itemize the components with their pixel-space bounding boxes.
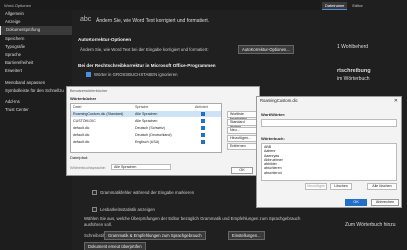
custom-wordlist-dialog: RoamingCustom.dic ✕ Wort/Wörter: Wörterb… — [256, 96, 402, 208]
table-row[interactable]: RoamingCustom.dic (Standard) Alle Sprach… — [71, 111, 221, 117]
add-dictionary-button[interactable]: Hinzufügen... — [227, 135, 257, 142]
enabled-checkbox[interactable] — [201, 139, 205, 144]
enabled-checkbox[interactable] — [201, 132, 205, 137]
schreibstil-label: Schreibstil: — [84, 233, 106, 238]
nav-anzeige[interactable]: Anzeige — [0, 18, 72, 26]
readability-label: Lesbarkeitsstatistik anzeigen — [100, 207, 155, 212]
table-row[interactable]: default.dic Deutsch (Schweiz) — [71, 125, 221, 131]
autocorrect-options-button[interactable]: AutoKorrektur-Optionen... — [238, 45, 294, 54]
enabled-checkbox[interactable] — [201, 118, 205, 123]
col-enabled: Aktiviert — [195, 105, 208, 109]
settings-button[interactable]: Einstellungen... — [228, 231, 265, 240]
custom-dialog-title: RoamingCustom.dic — [257, 97, 401, 105]
dictionary-table: Datei Sprache Aktiviert RoamingCustom.di… — [70, 103, 222, 153]
dict-dialog-title: Benutzerwörterbücher — [67, 87, 259, 95]
recheck-document-button[interactable]: Dokument erneut überprüfen — [84, 242, 146, 250]
page-intro: Ändern Sie, wie Word Text korrigiert und… — [96, 18, 210, 24]
dict-language-dropdown[interactable]: Alle Sprachen — [111, 164, 171, 170]
delete-word-button[interactable]: Löschen — [330, 183, 352, 190]
dict-list-label: Wörterbücher — [70, 96, 97, 101]
word-input[interactable] — [261, 119, 397, 127]
list-item[interactable]: abschlerod — [264, 171, 394, 175]
dictionary-label: Wörterbuch: — [261, 136, 285, 141]
enabled-checkbox[interactable] — [201, 111, 205, 116]
add-word-button[interactable]: Hinzufügen — [305, 183, 327, 190]
delete-all-button[interactable]: Alle löschen — [367, 183, 397, 190]
autocorrect-header: AutoKorrektur-Optionen — [78, 37, 132, 42]
grammar-check-label: Grammatikfehler während der Eingabe mark… — [100, 190, 195, 195]
nav-erweitert[interactable]: Erweitert — [0, 67, 72, 75]
ignore-caps-label: Wörter in GROSSBUCHSTABEN ignorieren — [94, 72, 178, 77]
abc-check-icon: abc — [80, 16, 92, 23]
custom-ok-button[interactable]: OK — [345, 199, 367, 206]
grammar-check-row[interactable]: Grammatikfehler während der Eingabe mark… — [92, 190, 194, 195]
table-row[interactable]: default.dic Englisch (USA) — [71, 139, 221, 145]
doc-side-text-1: 1 Wohlbeherd — [337, 44, 369, 50]
autocorrect-text: Ändern Sie, wie Word Text bei der Eingab… — [80, 47, 209, 52]
options-titlebar: Word-Optionen — [0, 0, 320, 10]
ribbon-tab-dateiname[interactable]: Dateiname — [322, 2, 348, 10]
grammar-text-2: ausführen soll. — [84, 222, 112, 227]
dict-ok-button[interactable]: OK — [231, 167, 253, 174]
ribbon-tab-editor[interactable]: Editor — [349, 2, 365, 10]
nav-dokumentpruefung[interactable]: Dokumentprüfung — [0, 26, 72, 35]
custom-dictionaries-dialog: Benutzerwörterbücher Wörterbücher Datei … — [66, 86, 260, 176]
doc-side-text-4[interactable]: Zum Wörterbuch hinzu — [345, 222, 396, 228]
col-language: Sprache — [135, 105, 149, 109]
change-default-button[interactable]: Standard ändern — [227, 119, 257, 129]
col-file: Datei — [73, 105, 82, 109]
custom-cancel-button[interactable]: Abbrechen — [371, 199, 399, 206]
ignore-caps-row[interactable]: Wörter in GROSSBUCHSTABEN ignorieren — [86, 72, 178, 77]
schreibstil-dropdown[interactable]: Grammatik & Empfehlungen zum Sprachgebra… — [104, 231, 206, 240]
new-dictionary-button[interactable]: Neu... — [227, 127, 257, 134]
nav-speichern[interactable]: Speichern — [0, 35, 72, 43]
enabled-checkbox[interactable] — [201, 125, 205, 130]
options-sidebar: Allgemein Anzeige Dokumentprüfung Speich… — [0, 10, 72, 250]
grammar-text-1: Wählen Sie aus, welche Überprüfungen der… — [84, 216, 301, 221]
nav-sprache[interactable]: Sprache — [0, 51, 72, 59]
spelling-header: Bei der Rechtschreibkorrektur in Microso… — [78, 63, 216, 68]
readability-row[interactable]: Lesbarkeitsstatistik anzeigen — [92, 207, 155, 212]
dict-path-label: Dateipfad: — [70, 155, 89, 160]
nav-schnellzugriff[interactable]: Symbolleiste für den Schnellzu — [0, 87, 72, 95]
ignore-caps-checkbox[interactable] — [86, 72, 91, 77]
table-row[interactable]: CUSTOM.DIC Alle Sprachen — [71, 118, 221, 124]
nav-addins[interactable]: Add-Ins — [0, 98, 72, 106]
readability-checkbox[interactable] — [92, 207, 97, 212]
close-icon[interactable]: ✕ — [394, 98, 398, 104]
ribbon-tabs: Dateiname Editor — [322, 2, 366, 10]
nav-menueband[interactable]: Menüband anpassen — [0, 79, 72, 87]
dict-lang-label: Wörterbuchsprache: — [70, 165, 107, 170]
grammar-check-checkbox[interactable] — [92, 190, 97, 195]
table-row[interactable]: default.dic Deutsch (Deutschland) — [71, 132, 221, 138]
nav-trust-center[interactable]: Trust Center — [0, 106, 72, 114]
nav-typografie[interactable]: Typografie — [0, 43, 72, 51]
nav-allgemein[interactable]: Allgemein — [0, 10, 72, 18]
doc-side-text-3: im Wörterbuch — [337, 76, 370, 82]
remove-dictionary-button[interactable]: Entfernen — [227, 143, 257, 150]
word-label: Wort/Wörter: — [261, 112, 286, 117]
doc-side-text-2: rtschreibung — [337, 68, 371, 74]
nav-barrierefreiheit[interactable]: Barrierefreiheit — [0, 59, 72, 67]
edit-word-list-button[interactable]: Wortliste bearbeiten... — [227, 111, 257, 121]
word-list[interactable]: ABB Aabenr Aaenryas Abbruebner abbilder … — [261, 143, 397, 181]
